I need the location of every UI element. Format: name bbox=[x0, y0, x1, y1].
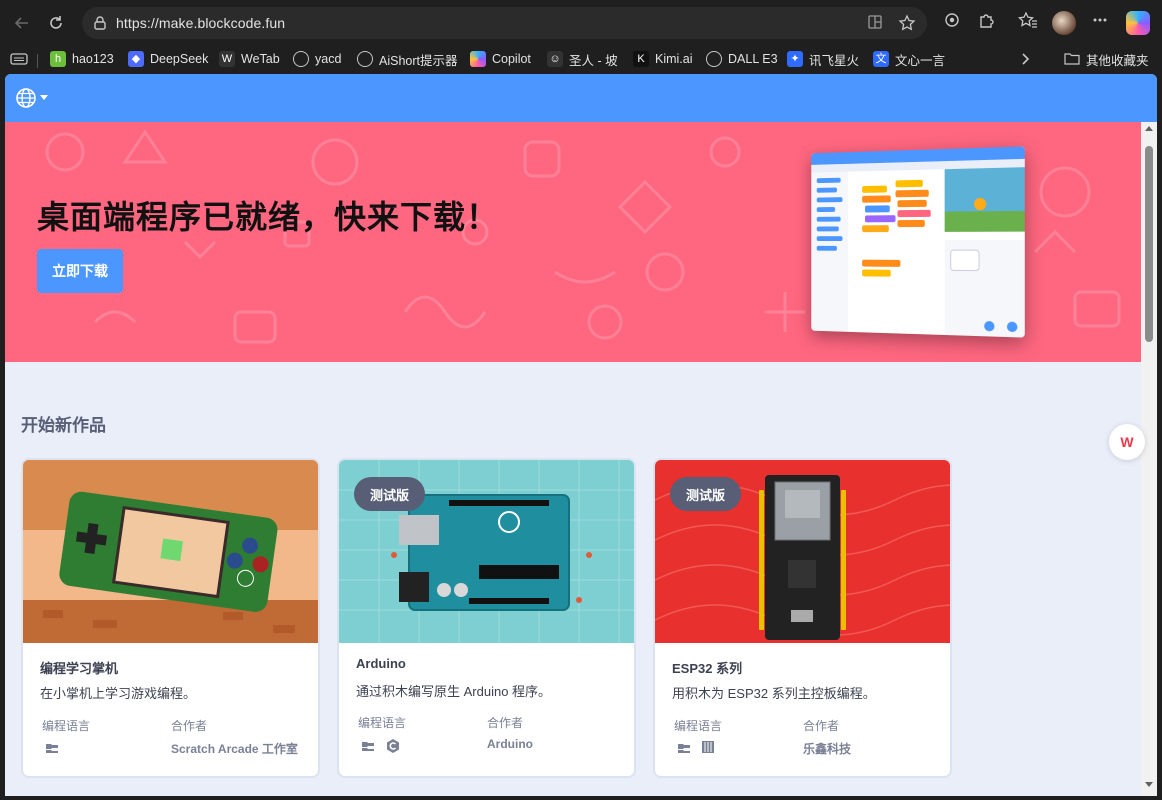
hao123-icon: h bbox=[50, 51, 66, 67]
scrollbar-thumb[interactable] bbox=[1145, 146, 1153, 342]
bookmark-label: AiShort提示器 bbox=[379, 53, 458, 68]
other-bookmarks-folder[interactable]: 其他收藏夹 bbox=[1064, 50, 1149, 68]
micropython-icon bbox=[701, 740, 715, 754]
wenxin-icon: 文 bbox=[873, 51, 889, 67]
arcade-card-image bbox=[23, 460, 318, 643]
bookmark-label: hao123 bbox=[72, 52, 114, 66]
download-banner: 桌面端程序已就绪，快来下载！ 立即下载 bbox=[5, 122, 1141, 362]
url-text[interactable]: https://make.blockcode.fun bbox=[116, 15, 285, 31]
section-title: 开始新作品 bbox=[21, 416, 106, 435]
browser-toolbar: https://make.blockcode.fun bbox=[0, 0, 1162, 46]
bookmark-label: DALL E3 bbox=[728, 52, 778, 66]
language-label: 编程语言 bbox=[42, 719, 91, 733]
site-header bbox=[5, 74, 1157, 122]
bookmark-wetab[interactable]: W WeTab bbox=[219, 50, 280, 68]
scroll-up-arrow-icon[interactable] bbox=[1145, 126, 1153, 131]
language-label: 编程语言 bbox=[358, 716, 407, 730]
blocks-language-icon bbox=[45, 741, 59, 755]
beta-badge: 测试版 bbox=[354, 477, 426, 511]
c-language-icon bbox=[385, 738, 399, 753]
extension-icon[interactable] bbox=[940, 11, 964, 35]
split-screen-icon[interactable] bbox=[866, 14, 884, 32]
download-now-button[interactable]: 立即下载 bbox=[37, 249, 123, 293]
bookmark-poe[interactable]: ☺ 圣人 - 坡 bbox=[547, 50, 618, 68]
card-title: Arduino bbox=[356, 656, 406, 671]
favorite-star-icon[interactable] bbox=[898, 14, 916, 32]
card-title: ESP32 系列 bbox=[672, 661, 743, 676]
bookmark-copilot[interactable]: Copilot bbox=[470, 50, 531, 68]
wps-float-icon[interactable]: W bbox=[1109, 424, 1145, 460]
card-description: 用积木为 ESP32 系列主控板编程。 bbox=[672, 686, 876, 701]
bookmarks-divider bbox=[37, 54, 38, 68]
blocks-language-icon bbox=[361, 739, 375, 753]
bookmark-yacd[interactable]: yacd bbox=[293, 50, 341, 68]
poe-icon: ☺ bbox=[547, 51, 563, 67]
card-description: 通过积木编写原生 Arduino 程序。 bbox=[356, 684, 552, 699]
address-bar[interactable]: https://make.blockcode.fun bbox=[82, 7, 927, 39]
bookmark-hao123[interactable]: h hao123 bbox=[50, 50, 114, 68]
project-card-arduino[interactable]: 测试版 Arduino 通过积木编写原生 Arduino 程序。 编程语言 合作… bbox=[337, 458, 636, 778]
language-label: 编程语言 bbox=[674, 719, 723, 733]
bookmark-label: 圣人 - 坡 bbox=[569, 53, 618, 68]
language-globe-icon[interactable] bbox=[15, 87, 37, 109]
banner-title: 桌面端程序已就绪，快来下载！ bbox=[37, 199, 500, 235]
profile-avatar[interactable] bbox=[1052, 11, 1076, 35]
project-card-arcade[interactable]: 编程学习掌机 在小掌机上学习游戏编程。 编程语言 合作者 Scratch Arc… bbox=[21, 458, 320, 778]
favorites-icon[interactable] bbox=[1016, 11, 1040, 35]
bookmark-label: WeTab bbox=[241, 52, 280, 66]
more-icon[interactable] bbox=[1088, 11, 1112, 35]
page-viewport: 桌面端程序已就绪，快来下载！ 立即下载 开始新作品 编程学习掌机 在小掌机上学习… bbox=[5, 74, 1157, 796]
bookmark-label: yacd bbox=[315, 52, 342, 66]
copilot-icon[interactable] bbox=[1126, 11, 1150, 35]
bookmark-label: 文心一言 bbox=[895, 53, 946, 68]
card-title: 编程学习掌机 bbox=[40, 661, 119, 676]
bookmark-wenxin[interactable]: 文 文心一言 bbox=[873, 50, 945, 68]
folder-icon bbox=[1064, 51, 1080, 67]
card-description: 在小掌机上学习游戏编程。 bbox=[40, 686, 197, 701]
chevron-down-icon[interactable] bbox=[40, 95, 48, 100]
partner-name: Arduino bbox=[487, 737, 533, 751]
kimi-icon: K bbox=[633, 51, 649, 67]
globe-icon bbox=[293, 51, 309, 67]
partner-label: 合作者 bbox=[487, 716, 524, 730]
bookmark-label: 讯飞星火 bbox=[809, 53, 860, 68]
partner-name: 乐鑫科技 bbox=[803, 742, 852, 756]
scroll-down-arrow-icon[interactable] bbox=[1145, 782, 1153, 787]
partner-name: Scratch Arcade 工作室 bbox=[171, 742, 298, 756]
deepseek-icon: ◆ bbox=[128, 51, 144, 67]
beta-badge: 测试版 bbox=[670, 477, 742, 511]
blocks-language-icon bbox=[677, 741, 691, 755]
bookmarks-bar: h hao123 ◆ DeepSeek W WeTab yacd AiShort… bbox=[0, 46, 1162, 72]
bookmark-deepseek[interactable]: ◆ DeepSeek bbox=[128, 50, 208, 68]
desktop-app-screenshot bbox=[811, 146, 1025, 338]
wetab-icon: W bbox=[219, 51, 235, 67]
back-icon[interactable] bbox=[8, 9, 36, 37]
globe-icon bbox=[357, 51, 373, 67]
copilot-icon bbox=[470, 51, 486, 67]
lock-icon[interactable] bbox=[92, 15, 108, 31]
bookmark-label: Copilot bbox=[492, 52, 531, 66]
project-card-esp32[interactable]: 测试版 ESP32 系列 用积木为 ESP32 系列主控板编程。 编程语言 合作… bbox=[653, 458, 952, 778]
bookmark-label: 其他收藏夹 bbox=[1086, 53, 1149, 68]
puzzle-icon[interactable] bbox=[975, 11, 999, 35]
reload-icon[interactable] bbox=[42, 9, 70, 37]
bookmark-kimi[interactable]: K Kimi.ai bbox=[633, 50, 693, 68]
globe-icon bbox=[706, 51, 722, 67]
bookmark-label: Kimi.ai bbox=[655, 52, 693, 66]
bookmarks-toggle-icon[interactable] bbox=[10, 50, 28, 68]
bookmark-aishort[interactable]: AiShort提示器 bbox=[357, 50, 458, 68]
xunfei-icon: ✦ bbox=[787, 51, 803, 67]
bookmark-dalle[interactable]: DALL E3 bbox=[706, 50, 778, 68]
bookmark-xunfei[interactable]: ✦ 讯飞星火 bbox=[787, 50, 859, 68]
partner-label: 合作者 bbox=[171, 719, 208, 733]
bookmark-label: DeepSeek bbox=[150, 52, 209, 66]
partner-label: 合作者 bbox=[803, 719, 840, 733]
chevron-right-icon[interactable] bbox=[1019, 50, 1031, 68]
